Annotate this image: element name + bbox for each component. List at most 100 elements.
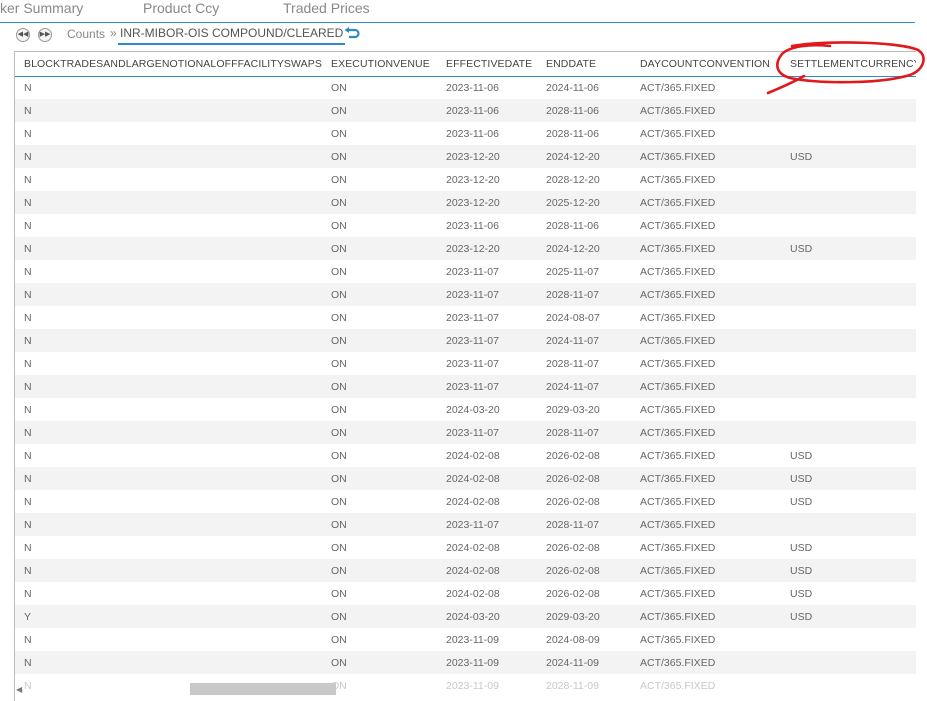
table-row[interactable]: N ON 2023-11-07 2028-11-07 ACT/365.FIXED — [15, 352, 916, 375]
cell-daycountconvention: ACT/365.FIXED — [640, 220, 716, 232]
table-row[interactable]: N ON 2024-02-08 2026-02-08 ACT/365.FIXED USD — [15, 444, 916, 467]
cell-effectivedate: 2023-11-07 — [446, 335, 499, 347]
cell-daycountconvention: ACT/365.FIXED — [640, 519, 716, 531]
cell-executionvenue: ON — [331, 174, 347, 186]
cell-enddate: 2028-11-07 — [546, 519, 599, 531]
cell-executionvenue: ON — [331, 266, 347, 278]
cell-enddate: 2029-03-20 — [546, 404, 600, 416]
cell-effectivedate: 2023-12-20 — [446, 243, 500, 255]
table-row[interactable]: N ON 2023-11-09 2024-08-09 ACT/365.FIXED — [15, 628, 916, 651]
cell-settlementcurrency: USD — [790, 542, 813, 554]
cell-executionvenue: ON — [331, 427, 347, 439]
horizontal-scrollbar[interactable]: ◀ — [14, 683, 915, 695]
column-header-settlementcurrency[interactable]: SETTLEMENTCURRENCY — [790, 58, 916, 70]
table-row[interactable]: N ON 2023-11-07 2024-11-07 ACT/365.FIXED — [15, 329, 916, 352]
cell-daycountconvention: ACT/365.FIXED — [640, 358, 716, 370]
table-row[interactable]: N ON 2024-03-20 2029-03-20 ACT/365.FIXED — [15, 398, 916, 421]
table-row[interactable]: N ON 2023-11-07 2028-11-07 ACT/365.FIXED — [15, 421, 916, 444]
table-row[interactable]: N ON 2023-12-20 2024-12-20 ACT/365.FIXED USD — [15, 145, 916, 168]
table-row[interactable]: N ON 2023-11-06 2028-11-06 ACT/365.FIXED — [15, 122, 916, 145]
table-row[interactable]: N ON 2023-12-20 2028-12-20 ACT/365.FIXED — [15, 168, 916, 191]
column-header-enddate[interactable]: ENDDATE — [546, 58, 596, 70]
cell-blocktrades: Y — [24, 611, 32, 623]
cell-executionvenue: ON — [331, 542, 347, 554]
cell-executionvenue: ON — [331, 404, 347, 416]
rewind-icon[interactable]: ◀◀ — [16, 28, 30, 42]
cell-blocktrades: N — [24, 197, 32, 209]
cell-blocktrades: N — [24, 657, 32, 669]
cell-enddate: 2024-12-20 — [546, 151, 600, 163]
table-row[interactable]: N ON 2023-11-06 2028-11-06 ACT/365.FIXED — [15, 214, 916, 237]
cell-enddate: 2026-02-08 — [546, 473, 600, 485]
tab-product-ccy[interactable]: Product Ccy — [143, 0, 219, 16]
tab-traded-prices[interactable]: Traded Prices — [283, 0, 370, 16]
column-header-daycountconvention[interactable]: DAYCOUNTCONVENTION — [640, 58, 770, 70]
cell-executionvenue: ON — [331, 588, 347, 600]
table-row[interactable]: N ON 2023-12-20 2024-12-20 ACT/365.FIXED USD — [15, 237, 916, 260]
cell-executionvenue: ON — [331, 220, 347, 232]
column-header-effectivedate[interactable]: EFFECTIVEDATE — [446, 58, 532, 70]
breadcrumb-current: INR-MIBOR-OIS COMPOUND/CLEARED — [118, 26, 346, 45]
cell-blocktrades: N — [24, 289, 32, 301]
breadcrumb-separator: » — [110, 26, 117, 40]
cell-enddate: 2025-11-07 — [546, 266, 599, 278]
cell-enddate: 2024-08-07 — [546, 312, 600, 324]
cell-executionvenue: ON — [331, 358, 347, 370]
column-header-blocktrades[interactable]: BLOCKTRADESANDLARGENOTIONALOFFFACILITYSW… — [24, 58, 322, 70]
cell-executionvenue: ON — [331, 381, 347, 393]
table-row[interactable]: N ON 2024-02-08 2026-02-08 ACT/365.FIXED USD — [15, 559, 916, 582]
cell-enddate: 2028-11-06 — [546, 128, 599, 140]
cell-blocktrades: N — [24, 266, 32, 278]
cell-executionvenue: ON — [331, 289, 347, 301]
data-table: BLOCKTRADESANDLARGENOTIONALOFFFACILITYSW… — [14, 51, 916, 701]
cell-blocktrades: N — [24, 174, 32, 186]
table-row[interactable]: N ON 2024-02-08 2026-02-08 ACT/365.FIXED USD — [15, 536, 916, 559]
column-header-executionvenue[interactable]: EXECUTIONVENUE — [331, 58, 430, 70]
cell-blocktrades: N — [24, 450, 32, 462]
table-row[interactable]: N ON 2023-11-07 2025-11-07 ACT/365.FIXED — [15, 260, 916, 283]
table-row[interactable]: N ON 2024-02-08 2026-02-08 ACT/365.FIXED USD — [15, 490, 916, 513]
cell-blocktrades: N — [24, 519, 32, 531]
cell-settlementcurrency: USD — [790, 588, 813, 600]
cell-enddate: 2026-02-08 — [546, 450, 600, 462]
fast-forward-icon[interactable]: ▶▶ — [38, 28, 52, 42]
cell-effectivedate: 2024-03-20 — [446, 404, 500, 416]
table-row[interactable]: N ON 2024-02-08 2026-02-08 ACT/365.FIXED USD — [15, 467, 916, 490]
table-row[interactable]: N ON 2023-11-06 2024-11-06 ACT/365.FIXED — [15, 76, 916, 99]
cell-enddate: 2028-11-06 — [546, 220, 599, 232]
cell-enddate: 2028-11-07 — [546, 289, 599, 301]
cell-daycountconvention: ACT/365.FIXED — [640, 105, 716, 117]
cell-effectivedate: 2023-11-07 — [446, 266, 499, 278]
table-row[interactable]: N ON 2023-11-09 2024-11-09 ACT/365.FIXED — [15, 651, 916, 674]
cell-enddate: 2026-02-08 — [546, 496, 600, 508]
cell-blocktrades: N — [24, 151, 32, 163]
table-header: BLOCKTRADESANDLARGENOTIONALOFFFACILITYSW… — [15, 52, 916, 77]
cell-blocktrades: N — [24, 565, 32, 577]
cell-effectivedate: 2023-11-07 — [446, 289, 499, 301]
table-row[interactable]: N ON 2024-02-08 2026-02-08 ACT/365.FIXED USD — [15, 582, 916, 605]
scrollbar-thumb[interactable] — [190, 683, 336, 695]
cell-effectivedate: 2023-11-09 — [446, 634, 499, 646]
scroll-left-icon[interactable]: ◀ — [16, 685, 22, 694]
table-row[interactable]: N ON 2023-11-07 2028-11-07 ACT/365.FIXED — [15, 283, 916, 306]
table-row[interactable]: N ON 2023-11-06 2028-11-06 ACT/365.FIXED — [15, 99, 916, 122]
table-row[interactable]: N ON 2023-11-07 2024-08-07 ACT/365.FIXED — [15, 306, 916, 329]
cell-executionvenue: ON — [331, 335, 347, 347]
cell-effectivedate: 2023-11-06 — [446, 220, 499, 232]
table-row[interactable]: Y ON 2024-03-20 2029-03-20 ACT/365.FIXED USD — [15, 605, 916, 628]
cell-effectivedate: 2024-03-20 — [446, 611, 500, 623]
cell-daycountconvention: ACT/365.FIXED — [640, 473, 716, 485]
table-row[interactable]: N ON 2023-12-20 2025-12-20 ACT/365.FIXED — [15, 191, 916, 214]
cell-executionvenue: ON — [331, 657, 347, 669]
cell-effectivedate: 2023-11-06 — [446, 82, 499, 94]
breadcrumb-counts-link[interactable]: Counts — [67, 27, 105, 41]
table-row[interactable]: N ON 2023-11-07 2024-11-07 ACT/365.FIXED — [15, 375, 916, 398]
table-row[interactable]: N ON 2023-11-07 2028-11-07 ACT/365.FIXED — [15, 513, 916, 536]
tab-broker-summary[interactable]: ker Summary — [0, 0, 83, 16]
cell-blocktrades: N — [24, 473, 32, 485]
undo-arrow-icon[interactable] — [344, 27, 360, 41]
cell-executionvenue: ON — [331, 312, 347, 324]
cell-blocktrades: N — [24, 312, 32, 324]
cell-executionvenue: ON — [331, 473, 347, 485]
cell-daycountconvention: ACT/365.FIXED — [640, 312, 716, 324]
